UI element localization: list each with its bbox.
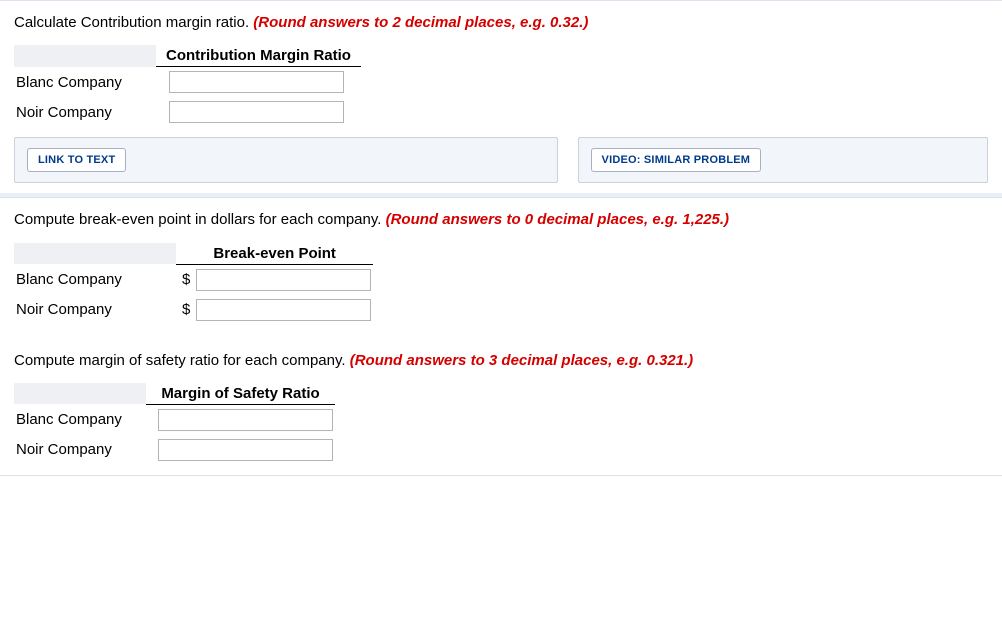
answer-input-noir-cm[interactable] xyxy=(169,101,344,123)
resource-box-left: LINK TO TEXT xyxy=(14,137,558,183)
answer-input-blanc-cm[interactable] xyxy=(169,71,344,93)
row-label: Blanc Company xyxy=(14,67,156,98)
table-header-spacer xyxy=(14,45,156,67)
currency-prefix xyxy=(146,435,156,465)
row-label: Blanc Company xyxy=(14,404,146,435)
prompt-instruction: (Round answers to 2 decimal places, e.g.… xyxy=(253,14,588,31)
prompt-text: Compute margin of safety ratio for each … xyxy=(14,351,988,371)
answer-input-noir-mos[interactable] xyxy=(158,439,333,461)
section-contribution-margin: Calculate Contribution margin ratio. (Ro… xyxy=(0,0,1002,183)
video-similar-button[interactable]: VIDEO: SIMILAR PROBLEM xyxy=(591,148,762,172)
prompt-plain: Calculate Contribution margin ratio. xyxy=(14,14,253,31)
currency-prefix: $ xyxy=(176,295,194,325)
prompt-plain: Compute margin of safety ratio for each … xyxy=(14,352,350,369)
resource-box-right: VIDEO: SIMILAR PROBLEM xyxy=(578,137,988,183)
table-margin-of-safety: Margin of Safety Ratio Blanc Company Noi… xyxy=(14,383,335,465)
prompt-plain: Compute break-even point in dollars for … xyxy=(14,211,386,228)
table-column-header: Contribution Margin Ratio xyxy=(156,45,361,67)
table-row: Blanc Company $ xyxy=(14,264,373,295)
currency-prefix xyxy=(156,67,167,98)
answer-input-blanc-be[interactable] xyxy=(196,269,371,291)
table-break-even: Break-even Point Blanc Company $ Noir Co… xyxy=(14,243,373,325)
row-label: Noir Company xyxy=(14,435,146,465)
table-column-header: Margin of Safety Ratio xyxy=(146,383,335,405)
table-row: Noir Company xyxy=(14,97,361,127)
prompt-text: Calculate Contribution margin ratio. (Ro… xyxy=(14,13,988,33)
link-to-text-button[interactable]: LINK TO TEXT xyxy=(27,148,126,172)
row-label: Noir Company xyxy=(14,97,156,127)
row-label: Blanc Company xyxy=(14,264,176,295)
table-row: Blanc Company xyxy=(14,67,361,98)
resource-bar: LINK TO TEXT VIDEO: SIMILAR PROBLEM xyxy=(14,137,988,183)
table-column-header: Break-even Point xyxy=(176,243,373,265)
row-label: Noir Company xyxy=(14,295,176,325)
currency-prefix xyxy=(156,97,167,127)
currency-prefix: $ xyxy=(176,264,194,295)
table-row: Noir Company xyxy=(14,435,335,465)
currency-prefix xyxy=(146,404,156,435)
table-header-spacer xyxy=(14,243,176,265)
answer-input-blanc-mos[interactable] xyxy=(158,409,333,431)
prompt-instruction: (Round answers to 3 decimal places, e.g.… xyxy=(350,352,693,369)
table-row: Blanc Company xyxy=(14,404,335,435)
table-contribution-margin: Contribution Margin Ratio Blanc Company … xyxy=(14,45,361,127)
table-row: Noir Company $ xyxy=(14,295,373,325)
table-header-spacer xyxy=(14,383,146,405)
prompt-text: Compute break-even point in dollars for … xyxy=(14,210,988,230)
prompt-instruction: (Round answers to 0 decimal places, e.g.… xyxy=(386,211,729,228)
answer-input-noir-be[interactable] xyxy=(196,299,371,321)
bottom-divider xyxy=(0,475,1002,476)
section-break-even: Compute break-even point in dollars for … xyxy=(0,197,1002,465)
